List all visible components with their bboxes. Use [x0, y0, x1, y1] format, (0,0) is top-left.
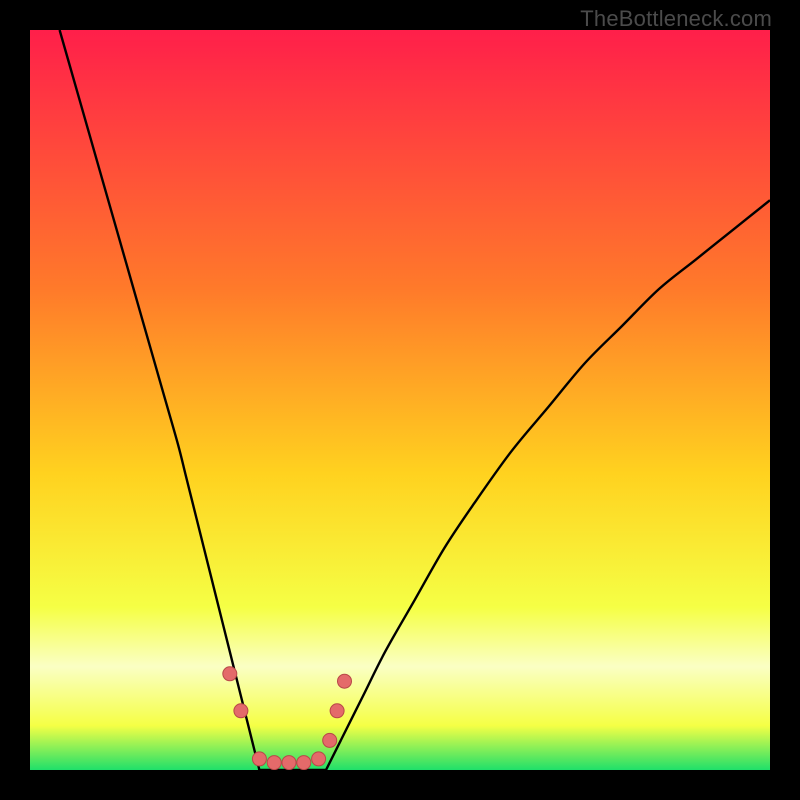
bottleneck-chart [30, 30, 770, 770]
chart-frame [30, 30, 770, 770]
marker-dot [267, 756, 281, 770]
marker-dot [282, 756, 296, 770]
marker-dot [323, 733, 337, 747]
marker-dot [330, 704, 344, 718]
marker-dot [312, 752, 326, 766]
marker-dot [252, 752, 266, 766]
marker-dot [234, 704, 248, 718]
marker-dot [297, 756, 311, 770]
marker-dot [223, 667, 237, 681]
watermark-text: TheBottleneck.com [580, 6, 772, 32]
marker-dot [338, 674, 352, 688]
gradient-background [30, 30, 770, 770]
